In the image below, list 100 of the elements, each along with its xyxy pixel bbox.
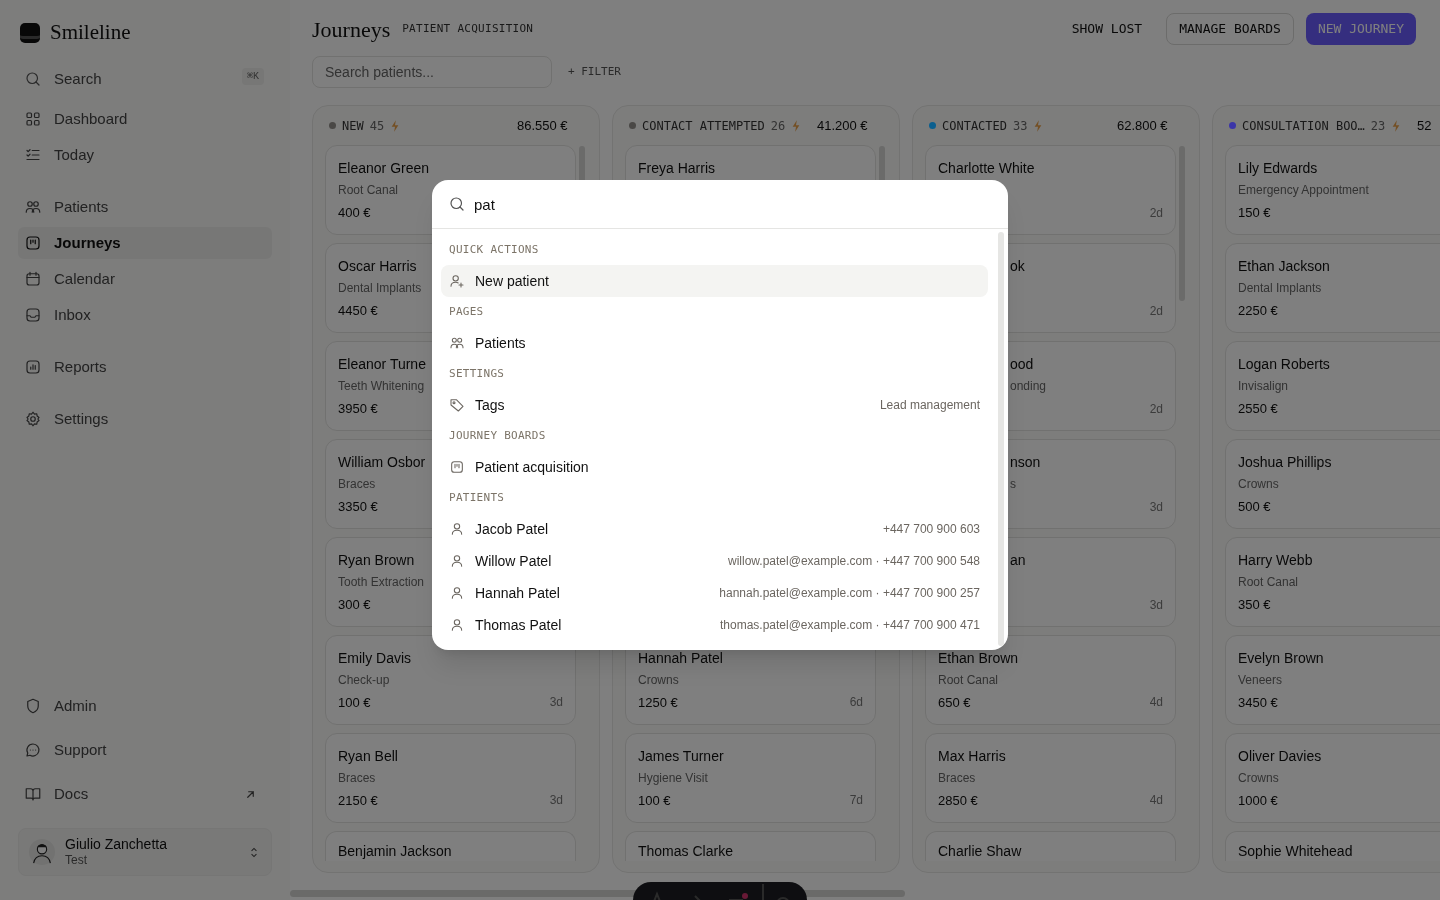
treatment-label: Braces <box>938 770 976 786</box>
patient-name: nson <box>1010 453 1041 471</box>
age-label: 2d <box>1149 401 1163 418</box>
patient-name: Ryan Brown <box>338 551 415 569</box>
treatment-label: onding <box>1010 378 1047 394</box>
price-label: 3350 € <box>338 497 378 516</box>
patient-name: Oliver Davies <box>1238 747 1322 765</box>
item-label: Patient acquisition <box>475 457 589 477</box>
column-total: 52 <box>1417 116 1433 135</box>
patient-name: Thomas Clarke <box>638 844 734 858</box>
patient-name: Harry Webb <box>1238 551 1313 569</box>
shortcut-key: ⌘K <box>242 68 265 85</box>
column-total: 41.200 € <box>817 116 869 135</box>
price-label: 100 € <box>338 693 371 712</box>
age-label: 4d <box>1149 694 1163 712</box>
group-heading: SETTINGS <box>448 365 506 382</box>
patient-name: Freya Harris <box>638 159 715 177</box>
patient-name: Ethan Jackson <box>1238 257 1330 275</box>
treatment-label: Hygiene Visit <box>638 770 708 786</box>
treatment-label: Root Canal <box>938 672 999 688</box>
patient-name: Charlotte White <box>938 159 1035 177</box>
column-count: 26 <box>770 117 786 135</box>
column-title: CONSULTATION BOO… <box>1242 117 1365 135</box>
patient-name: Logan Roberts <box>1238 355 1330 373</box>
price-label: 3450 € <box>1238 693 1278 712</box>
patient-name: Max Harris <box>938 747 1006 765</box>
patient-name: Benjamin Jackson <box>338 844 453 858</box>
group-heading: QUICK ACTIONS <box>448 241 540 258</box>
column-title: CONTACTED <box>942 117 1008 135</box>
price-label: 2550 € <box>1238 399 1278 418</box>
age-label: 2d <box>1149 205 1163 222</box>
board-name: PATIENT ACQUISITION <box>402 20 534 37</box>
patient-name: James Turner <box>638 747 724 765</box>
price-label: 650 € <box>938 693 971 712</box>
column-title: NEW <box>342 117 364 135</box>
column-count: 33 <box>1013 117 1028 135</box>
group-heading: PAGES <box>448 303 485 320</box>
patient-name: Hannah Patel <box>638 649 723 667</box>
patient-name: Ryan Bell <box>338 747 398 765</box>
item-label: Thomas Patel <box>475 615 562 635</box>
treatment-label: Dental Implants <box>1238 280 1322 296</box>
price-label: 2250 € <box>1238 301 1278 320</box>
treatment-label: Teeth Whitening <box>338 378 425 394</box>
patient-name: an <box>1010 551 1026 569</box>
app-name: Smileline <box>50 19 131 47</box>
patient-name: Sophie Whitehead <box>1238 844 1354 858</box>
treatment-label: Crowns <box>1238 476 1279 492</box>
treatment-label: Emergency Appointment <box>1238 182 1369 198</box>
age-label: 4d <box>1149 792 1163 810</box>
price-label: 3950 € <box>338 399 378 418</box>
user-name: Giulio Zanchetta <box>65 835 167 854</box>
age-label: 3d <box>1149 499 1163 516</box>
price-label: 400 € <box>338 203 371 222</box>
patient-name: Emily Davis <box>338 649 412 667</box>
treatment-label: Braces <box>338 770 376 786</box>
item-label: New patient <box>475 271 549 291</box>
patient-name: Joshua Phillips <box>1238 453 1332 471</box>
price-label: 4450 € <box>338 301 378 320</box>
column-total: 86.550 € <box>517 116 569 135</box>
patient-name: Lily Edwards <box>1238 159 1318 177</box>
patient-name: Eleanor Green <box>338 159 430 177</box>
price-label: 100 € <box>638 791 671 810</box>
patient-name: Oscar Harris <box>338 257 417 275</box>
item-label: Willow Patel <box>475 551 552 571</box>
treatment-label: Crowns <box>1238 770 1279 786</box>
price-label: 350 € <box>1238 595 1271 614</box>
item-label: Patients <box>475 333 526 353</box>
price-label: 150 € <box>1238 203 1271 222</box>
treatment-label: Check-up <box>338 672 390 688</box>
user-role: Test <box>65 853 88 869</box>
patient-name: Eleanor Turne <box>338 355 426 373</box>
age-label: 3d <box>549 694 563 712</box>
patient-name: Evelyn Brown <box>1238 649 1324 667</box>
patient-name: ood <box>1010 355 1034 373</box>
price-label: 1000 € <box>1238 791 1278 810</box>
page-title: Journeys <box>312 15 391 44</box>
group-heading: JOURNEY BOARDS <box>448 427 547 444</box>
column-count: 45 <box>369 117 385 135</box>
treatment-label: Crowns <box>638 672 679 688</box>
patient-name: ok <box>1010 257 1025 275</box>
age-label: 2d <box>1149 303 1163 320</box>
price-label: 2150 € <box>338 791 378 810</box>
treatment-label: Invisalign <box>1238 378 1289 394</box>
age-label: 3d <box>549 792 563 810</box>
column-total: 62.800 € <box>1117 116 1169 135</box>
price-label: 300 € <box>338 595 371 614</box>
group-heading: PATIENTS <box>448 489 506 506</box>
patient-name: Charlie Shaw <box>938 844 1023 858</box>
patient-name: Ethan Brown <box>938 649 1019 667</box>
item-label: Hannah Patel <box>475 583 560 603</box>
price-label: 1250 € <box>638 693 678 712</box>
age-label: 6d <box>849 694 863 712</box>
item-label: Jacob Patel <box>475 519 549 539</box>
age-label: 7d <box>849 792 863 810</box>
treatment-label: Dental Implants <box>338 280 422 296</box>
patient-name: William Osbor <box>338 453 426 471</box>
price-label: 2850 € <box>938 791 978 810</box>
column-count: 23 <box>1370 117 1386 135</box>
column-title: CONTACT ATTEMPTED <box>642 117 765 135</box>
treatment-label: Root Canal <box>1238 574 1299 590</box>
